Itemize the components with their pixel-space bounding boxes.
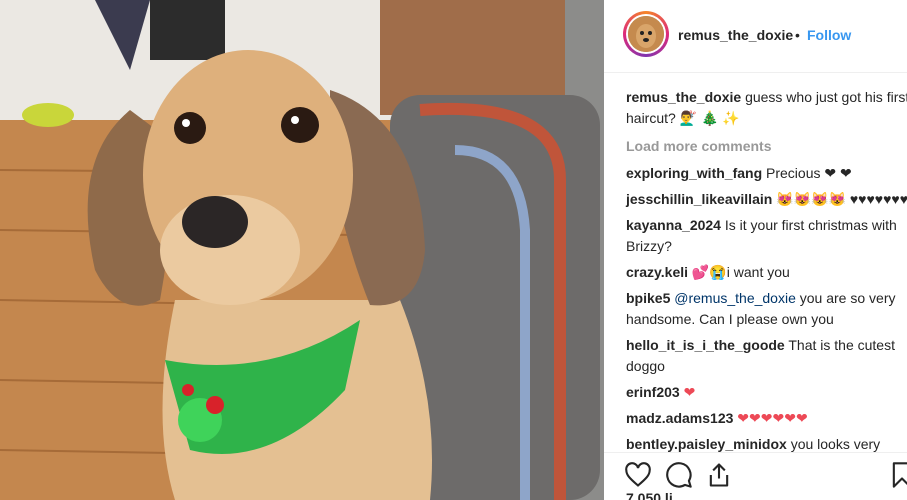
- comment-item: crazy.keli 💕😭i want you: [626, 262, 907, 283]
- comment-username[interactable]: crazy.keli: [626, 264, 688, 280]
- comment-item: jesschillin_likeavillain 😻😻😻😻 ♥♥♥♥♥♥♥♥: [626, 189, 907, 210]
- bookmark-icon[interactable]: [888, 461, 907, 489]
- comment-text: Precious ❤ ❤: [766, 165, 852, 181]
- post-photo[interactable]: [0, 0, 604, 500]
- comment-username[interactable]: bpike5: [626, 290, 670, 306]
- dachshund-photo: [0, 0, 604, 500]
- header-username[interactable]: remus_the_doxie: [678, 27, 793, 43]
- comment-item: madz.adams123 ❤❤❤❤❤❤: [626, 408, 907, 429]
- heart-icon[interactable]: [624, 461, 652, 489]
- load-more-comments-button[interactable]: Load more comments: [626, 136, 907, 157]
- share-icon[interactable]: [705, 461, 733, 489]
- avatar[interactable]: [623, 11, 669, 57]
- comment-item: bpike5 @remus_the_doxie you are so very …: [626, 288, 907, 330]
- comment-text: ❤❤❤❤❤❤: [737, 410, 808, 426]
- comment-username[interactable]: kayanna_2024: [626, 217, 721, 233]
- post-side-panel: remus_the_doxie • Follow remus_the_doxie…: [604, 0, 907, 500]
- comment-mention[interactable]: @remus_the_doxie: [674, 290, 796, 306]
- comment-username[interactable]: madz.adams123: [626, 410, 733, 426]
- comments-list: remus_the_doxie guess who just got his f…: [626, 87, 907, 481]
- comment-item: kayanna_2024 Is it your first christmas …: [626, 215, 907, 257]
- separator-dot: •: [795, 27, 800, 43]
- likes-count[interactable]: 7,050 li...: [626, 490, 684, 500]
- comment-icon[interactable]: [665, 461, 693, 489]
- post-header: remus_the_doxie • Follow: [604, 0, 907, 73]
- comment-item: exploring_with_fang Precious ❤ ❤: [626, 163, 907, 184]
- caption-username[interactable]: remus_the_doxie: [626, 89, 741, 105]
- follow-button[interactable]: Follow: [807, 27, 851, 43]
- comment-item: hello_it_is_i_the_goode That is the cute…: [626, 335, 907, 377]
- caption: remus_the_doxie guess who just got his f…: [626, 87, 907, 129]
- comment-username[interactable]: bentley.paisley_minidox: [626, 436, 787, 452]
- comment-text: ❤: [683, 384, 696, 400]
- comment-username[interactable]: exploring_with_fang: [626, 165, 762, 181]
- avatar-ring: [626, 14, 666, 54]
- comment-text: 😻😻😻😻 ♥♥♥♥♥♥♥♥: [776, 191, 907, 207]
- avatar-image: [628, 16, 664, 52]
- comment-text: 💕😭i want you: [691, 264, 790, 280]
- comment-username[interactable]: hello_it_is_i_the_goode: [626, 337, 785, 353]
- comment-item: erinf203 ❤: [626, 382, 907, 403]
- comment-username[interactable]: jesschillin_likeavillain: [626, 191, 772, 207]
- comment-username[interactable]: erinf203: [626, 384, 680, 400]
